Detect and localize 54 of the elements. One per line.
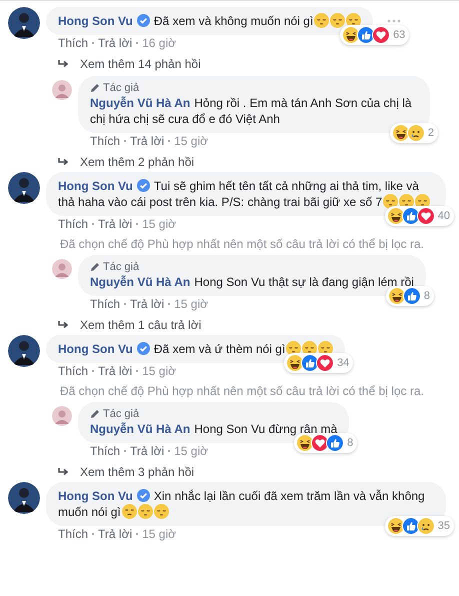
timestamp[interactable]: 15 giờ <box>142 364 176 378</box>
like-link[interactable]: Thích <box>58 364 88 378</box>
timestamp[interactable]: 15 giờ <box>174 134 208 148</box>
view-more-replies-link[interactable]: Xem thêm 3 phản hồi <box>58 464 451 480</box>
like-link[interactable]: Thích <box>58 527 88 541</box>
avatar[interactable] <box>8 335 40 367</box>
author-name[interactable]: Hong Son Vu <box>58 489 133 503</box>
pencil-icon <box>90 409 100 419</box>
author-name[interactable]: Hong Son Vu <box>58 14 133 28</box>
avatar[interactable] <box>8 172 40 204</box>
view-more-replies-link[interactable]: Xem thêm 2 phản hồi <box>58 154 451 170</box>
avatar[interactable] <box>8 482 40 514</box>
reaction-summary[interactable]: 8 <box>386 286 434 306</box>
reaction-summary[interactable]: 40 <box>384 206 454 226</box>
pencil-icon <box>90 262 100 272</box>
reaction-summary[interactable]: 34 <box>284 353 354 373</box>
reply-link[interactable]: Trả lời <box>98 217 132 231</box>
author-name[interactable]: Hong Son Vu <box>58 179 133 193</box>
author-label: Tác giả <box>103 82 140 94</box>
timestamp[interactable]: 15 giờ <box>174 444 208 458</box>
timestamp[interactable]: 15 giờ <box>142 527 176 541</box>
author-name[interactable]: Nguyễn Vũ Hà An <box>90 422 190 436</box>
timestamp[interactable]: 15 giờ <box>142 217 176 231</box>
reply-arrow-icon <box>58 158 70 166</box>
view-more-replies-link[interactable]: Xem thêm 1 câu trả lời <box>58 317 451 333</box>
like-link[interactable]: Thích <box>58 36 88 50</box>
reply-arrow-icon <box>58 320 70 330</box>
author-label: Tác giả <box>103 261 140 273</box>
view-more-replies-link[interactable]: Xem thêm 14 phản hồi <box>58 56 451 72</box>
like-link[interactable]: Thích <box>90 444 120 458</box>
reply-link[interactable]: Trả lời <box>98 364 132 378</box>
timestamp[interactable]: 16 giờ <box>142 36 176 50</box>
reply-arrow-icon <box>58 60 70 68</box>
filter-notice: Đã chọn chế độ Phù hợp nhất nên một số câu trả lời có thể bị lọc ra. <box>60 237 425 251</box>
like-link[interactable]: Thích <box>90 297 120 311</box>
like-link[interactable]: Thích <box>58 217 88 231</box>
filter-notice: Đã chọn chế độ Phù hợp nhất nên một số câu trả lời có thể bị lọc ra. <box>60 384 425 398</box>
reply-link[interactable]: Trả lời <box>98 527 132 541</box>
reply-link[interactable]: Trả lời <box>130 444 164 458</box>
author-name[interactable]: Hong Son Vu <box>58 342 133 356</box>
like-link[interactable]: Thích <box>90 134 120 148</box>
reply-link[interactable]: Trả lời <box>130 134 164 148</box>
reply-link[interactable]: Trả lời <box>130 297 164 311</box>
author-name[interactable]: Nguyễn Vũ Hà An <box>90 275 190 289</box>
reply-link[interactable]: Trả lời <box>98 36 132 50</box>
timestamp[interactable]: 15 giờ <box>174 297 208 311</box>
reaction-summary[interactable]: 63 <box>340 25 410 45</box>
reaction-summary[interactable]: 35 <box>384 516 454 536</box>
author-label: Tác giả <box>103 408 140 420</box>
author-name[interactable]: Nguyễn Vũ Hà An <box>90 96 190 110</box>
avatar[interactable] <box>8 7 40 39</box>
reaction-summary[interactable]: 2 <box>390 123 438 143</box>
pencil-icon <box>90 83 100 93</box>
reply-arrow-icon <box>58 468 70 476</box>
